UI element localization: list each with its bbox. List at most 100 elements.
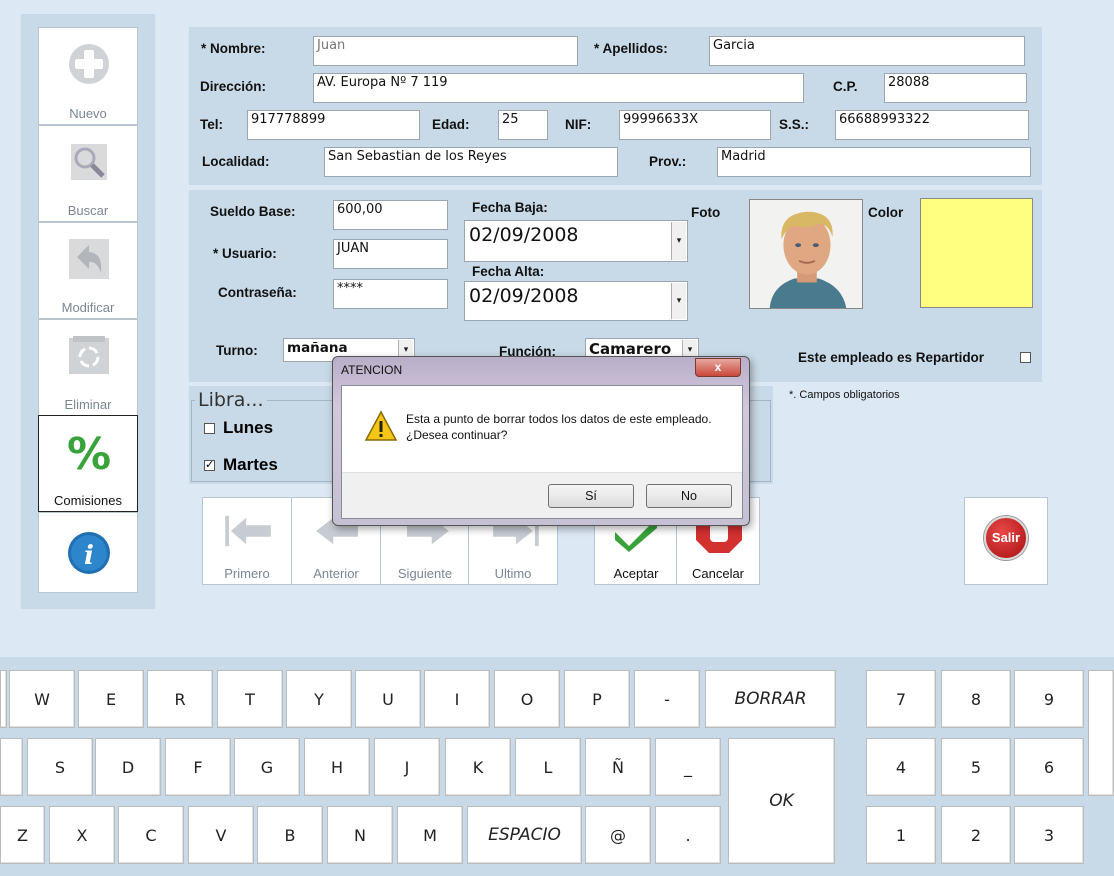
nif-input[interactable]: 99996633X <box>619 110 771 140</box>
key-enye[interactable]: Ñ <box>585 738 651 796</box>
primero-label: Primero <box>224 566 270 581</box>
key-4[interactable]: 4 <box>866 738 936 796</box>
salir-button[interactable]: Salir <box>964 497 1048 585</box>
svg-text:i: i <box>84 541 94 571</box>
key-g[interactable]: G <box>234 738 300 796</box>
key-b[interactable]: B <box>257 806 323 864</box>
key-t[interactable]: T <box>217 670 283 728</box>
chevron-down-icon[interactable]: ▾ <box>671 283 686 319</box>
no-button[interactable]: No <box>646 484 732 508</box>
key-period[interactable]: . <box>655 806 721 864</box>
si-button[interactable]: Sí <box>548 484 634 508</box>
datos-empleo-panel: Sueldo Base: 600,00 * Usuario: JUAN Cont… <box>189 190 1042 382</box>
key-underscore[interactable]: _ <box>655 738 721 796</box>
key-f[interactable]: F <box>165 738 231 796</box>
key-p[interactable]: P <box>564 670 630 728</box>
nombre-label: * Nombre: <box>201 41 266 56</box>
modificar-label: Modificar <box>61 300 115 315</box>
campos-obligatorios-note: *. Campos obligatorios <box>789 389 900 401</box>
warning-icon <box>364 410 398 441</box>
key-numpad-partial[interactable] <box>1088 670 1114 796</box>
eliminar-label: Eliminar <box>64 397 112 412</box>
ss-label: S.S.: <box>779 117 810 132</box>
key-dash[interactable]: - <box>634 670 700 728</box>
key-9[interactable]: 9 <box>1014 670 1084 728</box>
usuario-input[interactable]: JUAN <box>333 239 448 269</box>
martes-checkbox[interactable]: ✓ <box>204 460 215 471</box>
tel-input[interactable]: 917778899 <box>247 110 420 140</box>
repartidor-label: Este empleado es Repartidor <box>798 350 985 365</box>
key-k[interactable]: K <box>445 738 511 796</box>
key-a-partial[interactable] <box>0 738 23 796</box>
eliminar-button[interactable]: Eliminar <box>38 319 138 416</box>
nuevo-button[interactable]: Nuevo <box>38 27 138 125</box>
key-m[interactable]: M <box>397 806 463 864</box>
key-6[interactable]: 6 <box>1014 738 1084 796</box>
edad-input[interactable]: 25 <box>498 110 548 140</box>
prov-label: Prov.: <box>649 154 687 169</box>
magnifier-icon <box>71 144 107 180</box>
fecha-baja-picker[interactable]: 02/09/2008 ▾ <box>464 220 688 262</box>
localidad-input[interactable]: San Sebastian de los Reyes <box>324 147 618 177</box>
dialog-close-button[interactable]: x <box>695 358 741 377</box>
key-z[interactable]: Z <box>0 806 45 864</box>
sueldo-input[interactable]: 600,00 <box>333 200 448 230</box>
comisiones-button[interactable]: % Comisiones <box>38 415 138 512</box>
key-c[interactable]: C <box>118 806 184 864</box>
employee-photo[interactable] <box>749 199 863 309</box>
key-y[interactable]: Y <box>286 670 352 728</box>
nombre-input[interactable]: Juan <box>313 36 578 66</box>
cp-input[interactable]: 28088 <box>884 73 1027 103</box>
key-u[interactable]: U <box>355 670 421 728</box>
key-q-partial[interactable] <box>0 670 7 728</box>
contrasena-input[interactable]: **** <box>333 279 448 309</box>
key-borrar[interactable]: BORRAR <box>705 670 836 728</box>
recycle-bin-icon <box>69 336 109 374</box>
key-at[interactable]: @ <box>585 806 651 864</box>
key-j[interactable]: J <box>374 738 440 796</box>
key-espacio[interactable]: ESPACIO <box>467 806 582 864</box>
key-o[interactable]: O <box>494 670 560 728</box>
salir-icon-label: Salir <box>984 516 1028 560</box>
modificar-button[interactable]: Modificar <box>38 222 138 319</box>
key-i[interactable]: I <box>424 670 490 728</box>
info-button[interactable]: i <box>38 512 138 593</box>
key-3[interactable]: 3 <box>1014 806 1084 864</box>
key-x[interactable]: X <box>49 806 115 864</box>
key-5[interactable]: 5 <box>941 738 1011 796</box>
buscar-button[interactable]: Buscar <box>38 125 138 222</box>
fecha-alta-picker[interactable]: 02/09/2008 ▾ <box>464 281 688 321</box>
primero-button[interactable]: Primero <box>202 497 292 585</box>
fecha-alta-value: 02/09/2008 <box>469 285 579 307</box>
ss-input[interactable]: 66688993322 <box>835 110 1029 140</box>
key-1[interactable]: 1 <box>866 806 936 864</box>
lunes-checkbox[interactable] <box>204 423 215 434</box>
confirm-dialog: ATENCION x Esta a punto de borrar todos … <box>332 356 750 526</box>
side-toolbar: Nuevo Buscar Modificar Eliminar % Comisi… <box>21 14 155 609</box>
direccion-input[interactable]: AV. Europa Nº 7 119 <box>313 73 804 103</box>
key-d[interactable]: D <box>95 738 161 796</box>
dialog-footer: Sí No <box>342 472 742 518</box>
key-8[interactable]: 8 <box>941 670 1011 728</box>
key-h[interactable]: H <box>304 738 370 796</box>
prov-input[interactable]: Madrid <box>717 147 1031 177</box>
key-w[interactable]: W <box>9 670 75 728</box>
key-l[interactable]: L <box>515 738 581 796</box>
chevron-down-icon[interactable]: ▾ <box>671 222 686 260</box>
key-ok[interactable]: OK <box>728 738 835 864</box>
key-v[interactable]: V <box>188 806 254 864</box>
apellidos-input[interactable]: Garcia <box>709 36 1025 66</box>
key-7[interactable]: 7 <box>866 670 936 728</box>
color-swatch[interactable] <box>920 198 1033 308</box>
key-n[interactable]: N <box>327 806 393 864</box>
key-s[interactable]: S <box>27 738 93 796</box>
nuevo-label: Nuevo <box>69 106 107 121</box>
repartidor-checkbox[interactable] <box>1020 352 1031 363</box>
siguiente-label: Siguiente <box>397 566 453 581</box>
key-2[interactable]: 2 <box>941 806 1011 864</box>
key-r[interactable]: R <box>147 670 213 728</box>
fecha-baja-value: 02/09/2008 <box>469 224 579 246</box>
apellidos-label: * Apellidos: <box>594 41 668 56</box>
key-e[interactable]: E <box>78 670 144 728</box>
usuario-label: * Usuario: <box>213 246 277 261</box>
